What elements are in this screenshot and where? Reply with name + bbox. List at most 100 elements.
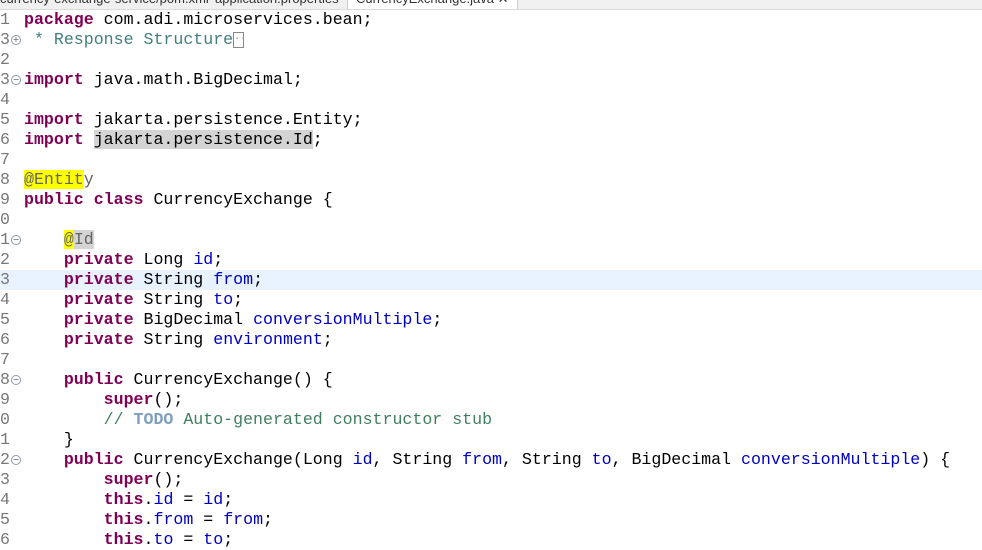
code-token: from: [153, 510, 194, 529]
code-line[interactable]: 21− @Id: [0, 230, 982, 250]
line-number: 21: [0, 230, 10, 249]
collapse-fold-icon[interactable]: −: [11, 455, 21, 465]
code-token: String: [133, 270, 214, 289]
code-line[interactable]: 29 super();: [0, 390, 982, 410]
code-line[interactable]: 27: [0, 350, 982, 370]
code-token: y: [83, 170, 94, 189]
code-line[interactable]: 23 private String from;: [0, 270, 982, 290]
code-line[interactable]: 26 private String environment;: [0, 330, 982, 350]
line-number: 15: [0, 110, 10, 129]
tab-pom-xml[interactable]: currency-exchange-service/pom.xml: [0, 0, 209, 9]
code-text: private String environment;: [24, 330, 333, 350]
code-token: * Response Structure: [24, 30, 234, 49]
code-token: this: [103, 530, 144, 549]
collapsed-comment-marker[interactable]: ..: [233, 31, 246, 48]
collapse-fold-icon[interactable]: −: [11, 235, 21, 245]
code-token: @Entit: [24, 170, 84, 189]
code-line[interactable]: 22 private Long id;: [0, 250, 982, 270]
line-number: 32: [0, 450, 10, 469]
code-token: to: [203, 530, 224, 549]
line-number: 22: [0, 250, 10, 269]
code-text: this.to = to;: [24, 530, 234, 550]
code-line[interactable]: 1 package com.adi.microservices.bean;: [0, 10, 982, 30]
line-number: 30: [0, 410, 10, 429]
code-line[interactable]: 25 private BigDecimal conversionMultiple…: [0, 310, 982, 330]
code-token: import: [24, 70, 84, 89]
code-token: ;: [223, 530, 234, 549]
code-token: from: [213, 270, 254, 289]
code-line[interactable]: 35 this.from = from;: [0, 510, 982, 530]
code-text: super();: [24, 390, 184, 410]
code-token: , String: [502, 450, 592, 469]
code-line[interactable]: 31 }: [0, 430, 982, 450]
code-line[interactable]: 14: [0, 90, 982, 110]
code-line[interactable]: 32− public CurrencyExchange(Long id, Str…: [0, 450, 982, 470]
code-token: //: [24, 410, 134, 429]
line-number: 13: [0, 70, 10, 89]
code-line[interactable]: 24 private String to;: [0, 290, 982, 310]
code-text: this.id = id;: [24, 490, 234, 510]
code-token: TODO: [133, 410, 174, 429]
code-line[interactable]: 30 // TODO Auto-generated constructor st…: [0, 410, 982, 430]
code-token: from: [462, 450, 503, 469]
code-token: jakarta.persistence.Entity;: [83, 110, 363, 129]
code-line[interactable]: 15 import jakarta.persistence.Entity;: [0, 110, 982, 130]
line-number: 18: [0, 170, 10, 189]
tab-application-properties[interactable]: application.properties: [215, 0, 339, 9]
code-token: ;: [312, 130, 323, 149]
code-line[interactable]: 28− public CurrencyExchange() {: [0, 370, 982, 390]
code-token: private: [63, 330, 134, 349]
code-token: to: [153, 530, 174, 549]
collapse-fold-icon[interactable]: −: [11, 375, 21, 385]
code-token: ;: [322, 330, 333, 349]
code-line[interactable]: 12: [0, 50, 982, 70]
code-token: import: [24, 130, 84, 149]
code-token: class: [93, 190, 144, 209]
editor-tab-bar: currency-exchange-service/pom.xml applic…: [0, 0, 982, 10]
code-text: @Entity: [24, 170, 94, 190]
code-line[interactable]: 34 this.id = id;: [0, 490, 982, 510]
code-token: .: [143, 510, 154, 529]
code-text: super();: [24, 470, 184, 490]
code-token: ;: [213, 250, 224, 269]
collapse-fold-icon[interactable]: −: [11, 75, 21, 85]
code-token: .: [143, 530, 154, 549]
code-line[interactable]: 20: [0, 210, 982, 230]
tab-currency-exchange-java[interactable]: CurrencyExchange.java ✕: [347, 0, 518, 9]
expand-fold-icon[interactable]: +: [11, 35, 21, 45]
code-text: private BigDecimal conversionMultiple;: [24, 310, 442, 330]
code-line[interactable]: 17: [0, 150, 982, 170]
line-number: 12: [0, 50, 10, 69]
code-line[interactable]: 16 import jakarta.persistence.Id;: [0, 130, 982, 150]
code-line[interactable]: 19 public class CurrencyExchange {: [0, 190, 982, 210]
code-token: CurrencyExchange {: [143, 190, 333, 209]
code-line[interactable]: 33 super();: [0, 470, 982, 490]
line-number: 1: [0, 10, 10, 29]
code-token: com.adi.microservices.bean;: [93, 10, 373, 29]
line-number: 3: [0, 30, 10, 49]
code-line[interactable]: 36 this.to = to;: [0, 530, 982, 550]
line-number: 31: [0, 430, 10, 449]
line-number: 14: [0, 90, 10, 109]
code-text: import java.math.BigDecimal;: [24, 70, 303, 90]
code-line[interactable]: 13−import java.math.BigDecimal;: [0, 70, 982, 90]
code-token: =: [193, 510, 224, 529]
code-token: to: [591, 450, 612, 469]
line-number: 35: [0, 510, 10, 529]
code-line[interactable]: 18 @Entity: [0, 170, 982, 190]
code-line[interactable]: 3 + * Response Structure..: [0, 30, 982, 50]
code-editor[interactable]: 1 package com.adi.microservices.bean; 3 + *…: [0, 10, 982, 550]
code-token: Auto-generated constructor stub: [173, 410, 493, 429]
line-number: 17: [0, 150, 10, 169]
code-text: public class CurrencyExchange {: [24, 190, 333, 210]
